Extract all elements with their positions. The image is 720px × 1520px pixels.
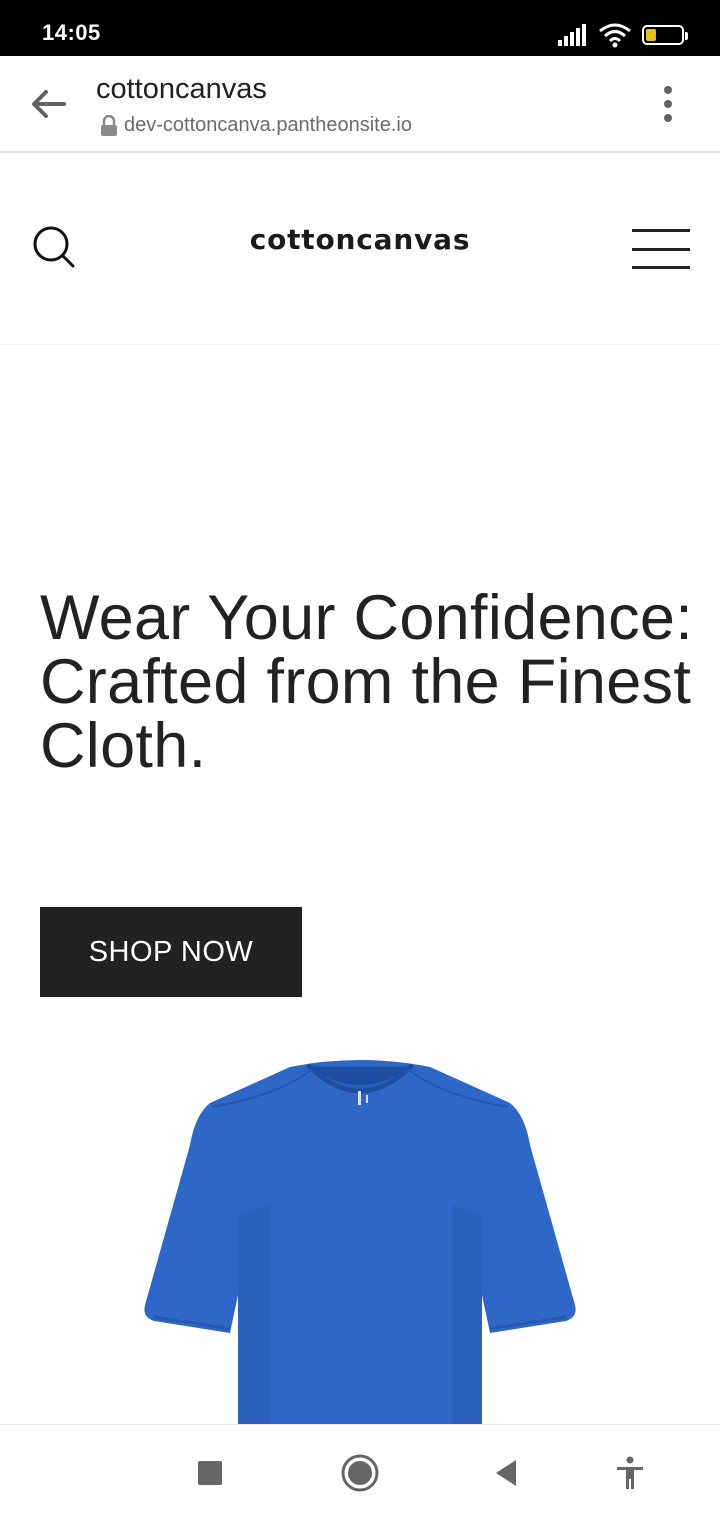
back-triangle-icon (496, 1460, 516, 1486)
battery-level: 38 (655, 26, 671, 42)
hamburger-menu-icon[interactable] (632, 229, 690, 269)
lock-icon (101, 114, 117, 136)
back-arrow-icon (32, 90, 66, 118)
wifi-icon (599, 23, 631, 48)
accessibility-icon (617, 1456, 643, 1489)
url-text: dev-cottoncanva.pantheonsite.io (124, 114, 412, 136)
home-circle-icon (341, 1454, 379, 1492)
browser-bar: cottoncanvas dev-cottoncanva.pantheonsit… (0, 56, 720, 153)
menu-line (632, 229, 690, 232)
site-logo[interactable]: cottoncanvas (0, 223, 720, 256)
more-vert-dot (664, 100, 672, 108)
blue-tshirt-image (140, 1055, 580, 1425)
more-options-button[interactable] (656, 86, 680, 122)
battery-nub (685, 32, 688, 40)
home-button[interactable] (338, 1451, 382, 1495)
more-vert-dot (664, 114, 672, 122)
more-vert-icon (664, 86, 672, 94)
back-button[interactable] (28, 84, 68, 124)
site-header: cottoncanvas (0, 155, 720, 345)
accessibility-button[interactable] (608, 1451, 652, 1495)
menu-line (632, 266, 690, 269)
url-bar[interactable]: dev-cottoncanva.pantheonsite.io (100, 114, 412, 137)
recents-button[interactable] (188, 1451, 232, 1495)
back-nav-button[interactable] (484, 1451, 528, 1495)
system-nav-bar (0, 1424, 720, 1520)
status-bar: 14:05 38 (0, 0, 720, 56)
signal-icon (558, 24, 586, 46)
page-title: cottoncanvas (96, 73, 267, 105)
battery-icon: 38 (642, 25, 688, 45)
status-time: 14:05 (42, 20, 101, 45)
menu-line (632, 247, 690, 251)
shop-now-button[interactable]: SHOP NOW (40, 907, 302, 997)
status-icons: 38 (558, 22, 688, 48)
hero-heading: Wear Your Confidence: Crafted from the F… (40, 583, 694, 781)
recents-square-icon (198, 1461, 222, 1485)
